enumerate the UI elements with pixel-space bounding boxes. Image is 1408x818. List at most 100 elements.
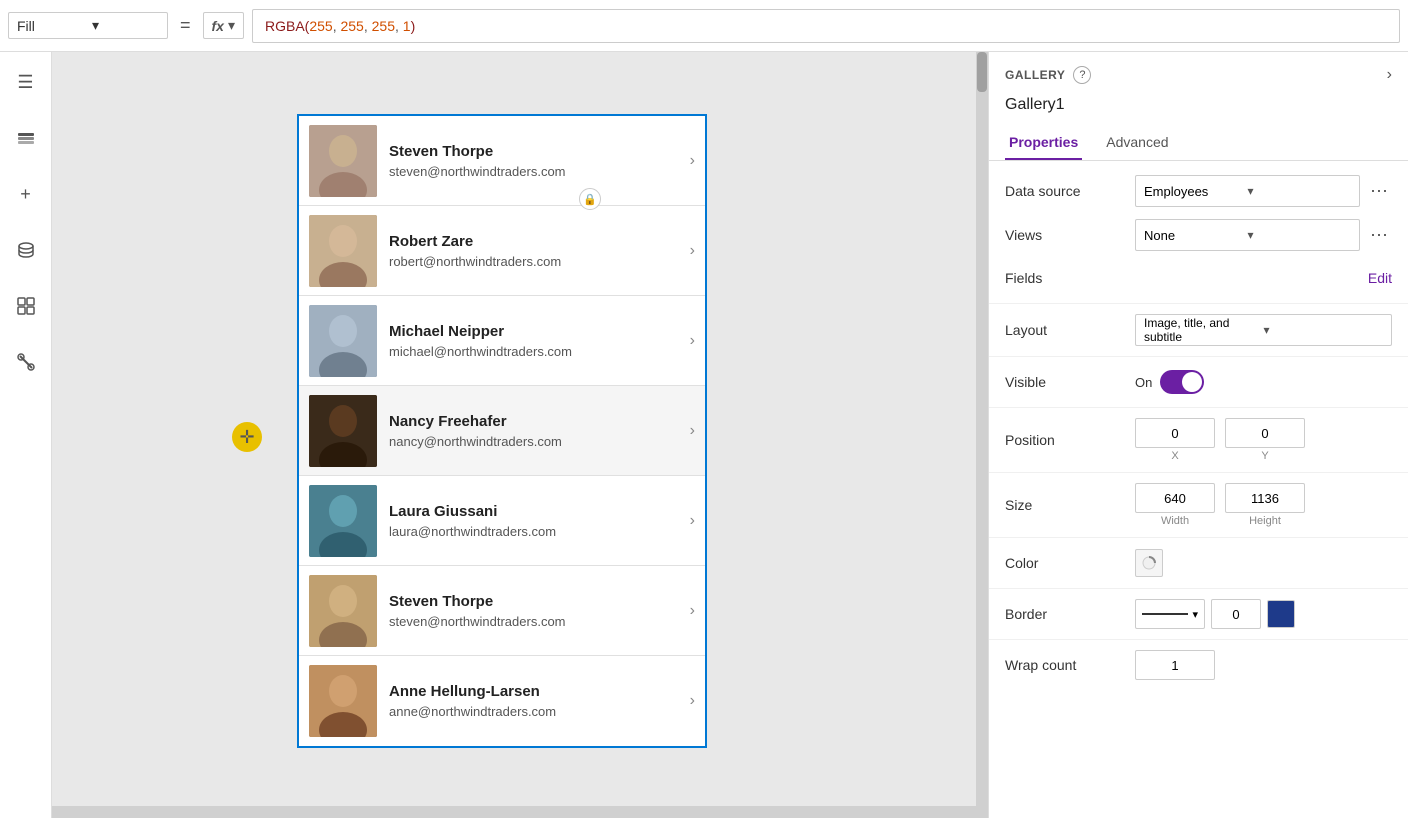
datasource-value: Employees xyxy=(1144,184,1248,199)
layout-caret: ▾ xyxy=(1264,323,1384,337)
gallery-item[interactable]: Laura Giussani laura@northwindtraders.co… xyxy=(299,476,705,566)
item-email-7: anne@northwindtraders.com xyxy=(389,704,682,719)
panel-header: GALLERY ? › xyxy=(989,52,1408,94)
avatar-1 xyxy=(309,125,377,197)
formula-text: RGBA(255, 255, 255, 1) xyxy=(265,18,415,34)
views-dropdown[interactable]: None ▾ xyxy=(1135,219,1360,251)
gallery-item[interactable]: Anne Hellung-Larsen anne@northwindtrader… xyxy=(299,656,705,746)
divider-7 xyxy=(989,639,1408,640)
canvas-area[interactable]: 🔒 Steven Thorpe steven@northwindtraders.… xyxy=(52,52,988,818)
item-info-4: Nancy Freehafer nancy@northwindtraders.c… xyxy=(389,413,682,449)
datasource-label: Data source xyxy=(1005,183,1135,199)
layers-icon[interactable] xyxy=(8,120,44,156)
position-label: Position xyxy=(1005,432,1135,448)
gallery-item[interactable]: Steven Thorpe steven@northwindtraders.co… xyxy=(299,116,705,206)
prop-row-border: Border ▾ xyxy=(989,593,1408,635)
gallery-item[interactable]: Steven Thorpe steven@northwindtraders.co… xyxy=(299,566,705,656)
position-xy-row: X Y xyxy=(1135,418,1305,462)
gallery-item[interactable]: Michael Neipper michael@northwindtraders… xyxy=(299,296,705,386)
prop-row-color: Color xyxy=(989,542,1408,584)
item-email-4: nancy@northwindtraders.com xyxy=(389,434,682,449)
layout-dropdown[interactable]: Image, title, and subtitle ▾ xyxy=(1135,314,1392,346)
toggle-container: On xyxy=(1135,370,1204,394)
views-value: None xyxy=(1144,228,1248,243)
fill-dropdown[interactable]: Fill ▾ xyxy=(8,12,168,39)
border-color-swatch[interactable] xyxy=(1267,600,1295,628)
fx-caret: ▾ xyxy=(228,17,235,34)
right-panel: GALLERY ? › Gallery1 Properties Advanced… xyxy=(988,52,1408,818)
size-label: Size xyxy=(1005,497,1135,513)
menu-icon[interactable]: ☰ xyxy=(8,64,44,100)
wrapcount-label: Wrap count xyxy=(1005,657,1135,673)
visible-label: Visible xyxy=(1005,374,1135,390)
chevron-4: › xyxy=(682,422,695,440)
position-y-input[interactable] xyxy=(1225,418,1305,448)
scrollbar-thumb-v[interactable] xyxy=(977,52,987,92)
component-icon[interactable] xyxy=(8,288,44,324)
item-email-1: steven@northwindtraders.com xyxy=(389,164,682,179)
layout-value: Image, title, and subtitle xyxy=(1144,316,1264,344)
lock-icon: 🔒 xyxy=(579,188,601,210)
views-more[interactable]: ⋯ xyxy=(1366,225,1392,246)
datasource-dropdown[interactable]: Employees ▾ xyxy=(1135,175,1360,207)
canvas-scrollbar-vertical[interactable] xyxy=(976,52,988,818)
formula-bar[interactable]: RGBA(255, 255, 255, 1) xyxy=(252,9,1400,43)
divider-4 xyxy=(989,472,1408,473)
tab-properties[interactable]: Properties xyxy=(1005,126,1082,160)
position-y-label: Y xyxy=(1261,450,1268,462)
left-sidebar: ☰ + xyxy=(0,52,52,818)
item-email-3: michael@northwindtraders.com xyxy=(389,344,682,359)
size-height-input[interactable] xyxy=(1225,483,1305,513)
gallery-item-selected[interactable]: Nancy Freehafer nancy@northwindtraders.c… xyxy=(299,386,705,476)
fields-label: Fields xyxy=(1005,270,1135,286)
divider-3 xyxy=(989,407,1408,408)
database-icon[interactable] xyxy=(8,232,44,268)
color-swatch[interactable] xyxy=(1135,549,1163,577)
border-style-dropdown[interactable]: ▾ xyxy=(1135,599,1205,629)
item-info-7: Anne Hellung-Larsen anne@northwindtrader… xyxy=(389,683,682,719)
prop-row-fields: Fields Edit xyxy=(989,257,1408,299)
visible-toggle[interactable] xyxy=(1160,370,1204,394)
color-control xyxy=(1135,549,1392,577)
size-height-group: Height xyxy=(1225,483,1305,527)
tools-icon[interactable] xyxy=(8,344,44,380)
fx-button[interactable]: fx ▾ xyxy=(203,12,244,39)
item-info-6: Steven Thorpe steven@northwindtraders.co… xyxy=(389,593,682,629)
chevron-3: › xyxy=(682,332,695,350)
panel-expand-button[interactable]: › xyxy=(1387,66,1392,84)
fill-label: Fill xyxy=(17,18,84,34)
border-thickness-input[interactable] xyxy=(1211,599,1261,629)
panel-help-button[interactable]: ? xyxy=(1073,66,1091,84)
prop-row-position: Position X Y xyxy=(989,412,1408,468)
item-name-2: Robert Zare xyxy=(389,233,682,250)
chevron-7: › xyxy=(682,692,695,710)
fill-caret: ▾ xyxy=(92,17,159,34)
size-height-label: Height xyxy=(1249,515,1281,527)
position-x-input[interactable] xyxy=(1135,418,1215,448)
fields-edit-link[interactable]: Edit xyxy=(1368,270,1392,286)
canvas-scrollbar-horizontal[interactable] xyxy=(52,806,976,818)
gallery-component[interactable]: 🔒 Steven Thorpe steven@northwindtraders.… xyxy=(297,114,707,748)
panel-section-title: GALLERY xyxy=(1005,68,1065,82)
gallery-item[interactable]: Robert Zare robert@northwindtraders.com … xyxy=(299,206,705,296)
item-info-2: Robert Zare robert@northwindtraders.com xyxy=(389,233,682,269)
divider-5 xyxy=(989,537,1408,538)
equals-sign: = xyxy=(176,15,195,36)
tab-advanced[interactable]: Advanced xyxy=(1102,126,1172,160)
position-y-group: Y xyxy=(1225,418,1305,462)
item-info-3: Michael Neipper michael@northwindtraders… xyxy=(389,323,682,359)
top-toolbar: Fill ▾ = fx ▾ RGBA(255, 255, 255, 1) xyxy=(0,0,1408,52)
item-name-5: Laura Giussani xyxy=(389,503,682,520)
toggle-on-label: On xyxy=(1135,375,1152,390)
wrapcount-input[interactable] xyxy=(1135,650,1215,680)
chevron-2: › xyxy=(682,242,695,260)
layout-label: Layout xyxy=(1005,322,1135,338)
border-label: Border xyxy=(1005,606,1135,622)
divider-1 xyxy=(989,303,1408,304)
border-control: ▾ xyxy=(1135,599,1392,629)
size-width-input[interactable] xyxy=(1135,483,1215,513)
add-icon[interactable]: + xyxy=(8,176,44,212)
size-width-label: Width xyxy=(1161,515,1189,527)
datasource-more[interactable]: ⋯ xyxy=(1366,181,1392,202)
position-x-label: X xyxy=(1171,450,1178,462)
